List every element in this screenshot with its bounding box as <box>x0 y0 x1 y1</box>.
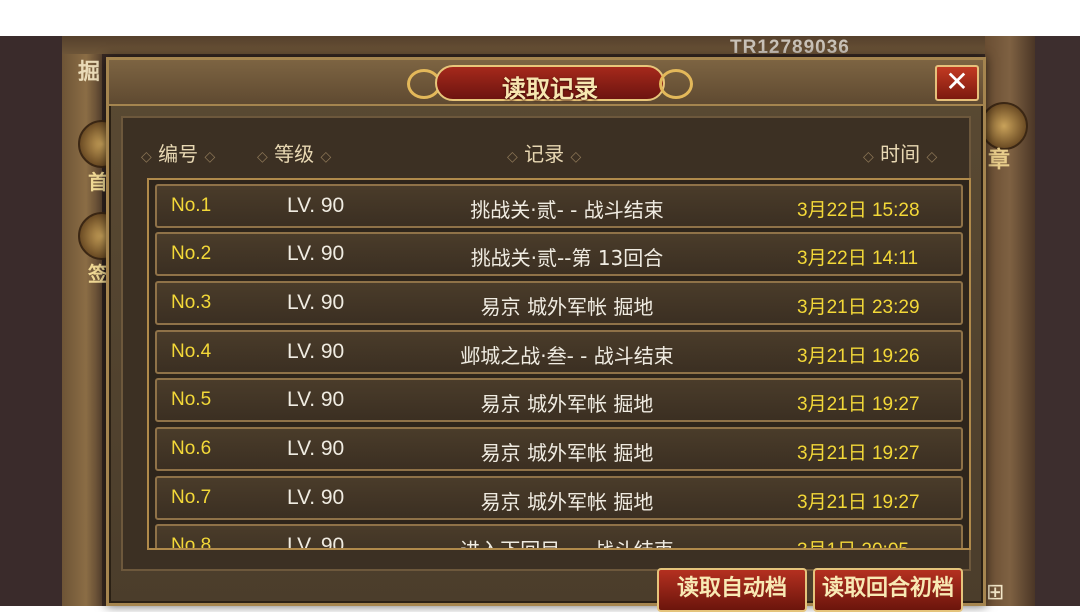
background-left-edge <box>0 36 62 606</box>
background-left-label: 掘 <box>78 60 101 85</box>
record-time: 3月21日 23:29 <box>797 297 920 318</box>
record-row[interactable]: No.7 LV. 90 易京 城外军帐 掘地 3月21日 19:27 <box>155 476 963 520</box>
record-description: 易京 城外军帐 掘地 <box>480 392 654 416</box>
load-record-dialog: 读取记录 ✕ ◇ 编号 ◇ ◇ 等级 ◇ ◇ 记录 ◇ ◇ 时间 ◇ No.1 … <box>106 57 986 612</box>
record-description: 挑战关·贰- - 战斗结束 <box>470 198 664 222</box>
record-level: LV. 90 <box>287 340 345 363</box>
record-description: 挑战关·贰--第 13回合 <box>470 246 664 270</box>
record-row[interactable]: No.8 LV. 90 进入下回目 - - 战斗结束 3月1日 20:05 <box>155 524 963 550</box>
player-id: TR12789036 <box>730 37 850 58</box>
record-level: LV. 90 <box>287 388 345 411</box>
record-list[interactable]: No.1 LV. 90 挑战关·贰- - 战斗结束 3月22日 15:28 No… <box>147 178 971 550</box>
load-auto-save-button[interactable]: 读取自动档 <box>657 568 807 612</box>
record-level: LV. 90 <box>287 242 345 265</box>
ornament-icon: ◇ <box>141 149 152 165</box>
record-description: 进入下回目 - - 战斗结束 <box>460 538 674 550</box>
ornament-icon: ◇ <box>926 149 938 165</box>
column-headers: ◇ 编号 ◇ ◇ 等级 ◇ ◇ 记录 ◇ ◇ 时间 ◇ <box>123 118 969 168</box>
record-number: No.5 <box>171 389 212 410</box>
load-round-start-button[interactable]: 读取回合初档 <box>813 568 963 612</box>
record-number: No.7 <box>171 487 212 508</box>
record-description: 易京 城外军帐 掘地 <box>480 441 654 465</box>
record-time: 3月22日 15:28 <box>797 200 920 221</box>
header-level: ◇ 等级 ◇ <box>257 142 332 166</box>
record-row[interactable]: No.6 LV. 90 易京 城外军帐 掘地 3月21日 19:27 <box>155 427 963 471</box>
ornament-icon: ◇ <box>507 149 518 165</box>
side-menu-label: 首 <box>88 170 108 194</box>
record-time: 3月21日 19:27 <box>797 492 920 513</box>
record-row[interactable]: No.5 LV. 90 易京 城外军帐 掘地 3月21日 19:27 <box>155 378 963 422</box>
record-level: LV. 90 <box>287 194 345 217</box>
record-time: 3月22日 14:11 <box>797 248 919 269</box>
ornament-icon: ◇ <box>863 149 874 165</box>
header-time: ◇ 时间 ◇ <box>863 142 938 166</box>
record-description: 邺城之战·叁- - 战斗结束 <box>460 344 674 368</box>
dialog-title: 读取记录 <box>502 75 598 103</box>
side-menu-label: 签 <box>88 262 108 286</box>
record-time: 3月21日 19:26 <box>797 346 920 367</box>
record-level: LV. 90 <box>287 437 345 460</box>
record-row[interactable]: No.2 LV. 90 挑战关·贰--第 13回合 3月22日 14:11 <box>155 232 963 276</box>
title-plate: 读取记录 <box>405 63 695 103</box>
header-record: ◇ 记录 ◇ <box>507 142 582 166</box>
ornament-icon: ◇ <box>570 149 582 165</box>
record-row[interactable]: No.3 LV. 90 易京 城外军帐 掘地 3月21日 23:29 <box>155 281 963 325</box>
side-menu-label: 章 <box>988 148 1011 173</box>
record-number: No.8 <box>171 535 212 550</box>
background-right-edge <box>1035 36 1080 606</box>
record-number: No.3 <box>171 292 212 313</box>
ornament-icon: ◇ <box>320 149 332 165</box>
record-time: 3月21日 19:27 <box>797 443 920 464</box>
record-level: LV. 90 <box>287 291 345 314</box>
background-top-strip <box>62 36 1035 54</box>
record-description: 易京 城外军帐 掘地 <box>480 295 654 319</box>
ornament-icon: ◇ <box>204 149 216 165</box>
record-number: No.2 <box>171 243 212 264</box>
close-button[interactable]: ✕ <box>935 65 979 101</box>
ornament-icon: ◇ <box>257 149 268 165</box>
record-row[interactable]: No.4 LV. 90 邺城之战·叁- - 战斗结束 3月21日 19:26 <box>155 330 963 374</box>
header-number: ◇ 编号 ◇ <box>141 142 216 166</box>
record-number: No.6 <box>171 438 212 459</box>
record-panel: ◇ 编号 ◇ ◇ 等级 ◇ ◇ 记录 ◇ ◇ 时间 ◇ No.1 LV. 90 … <box>121 116 971 571</box>
record-number: No.1 <box>171 195 212 216</box>
record-level: LV. 90 <box>287 534 345 550</box>
record-row[interactable]: No.1 LV. 90 挑战关·贰- - 战斗结束 3月22日 15:28 <box>155 184 963 228</box>
record-time: 3月1日 20:05 <box>797 535 909 548</box>
record-number: No.4 <box>171 341 212 362</box>
grid-icon[interactable]: ⊞ <box>986 580 1004 605</box>
dialog-header: 读取记录 ✕ <box>109 60 983 106</box>
record-time: 3月21日 19:27 <box>797 394 920 415</box>
record-description: 易京 城外军帐 掘地 <box>480 490 654 514</box>
record-level: LV. 90 <box>287 486 345 509</box>
